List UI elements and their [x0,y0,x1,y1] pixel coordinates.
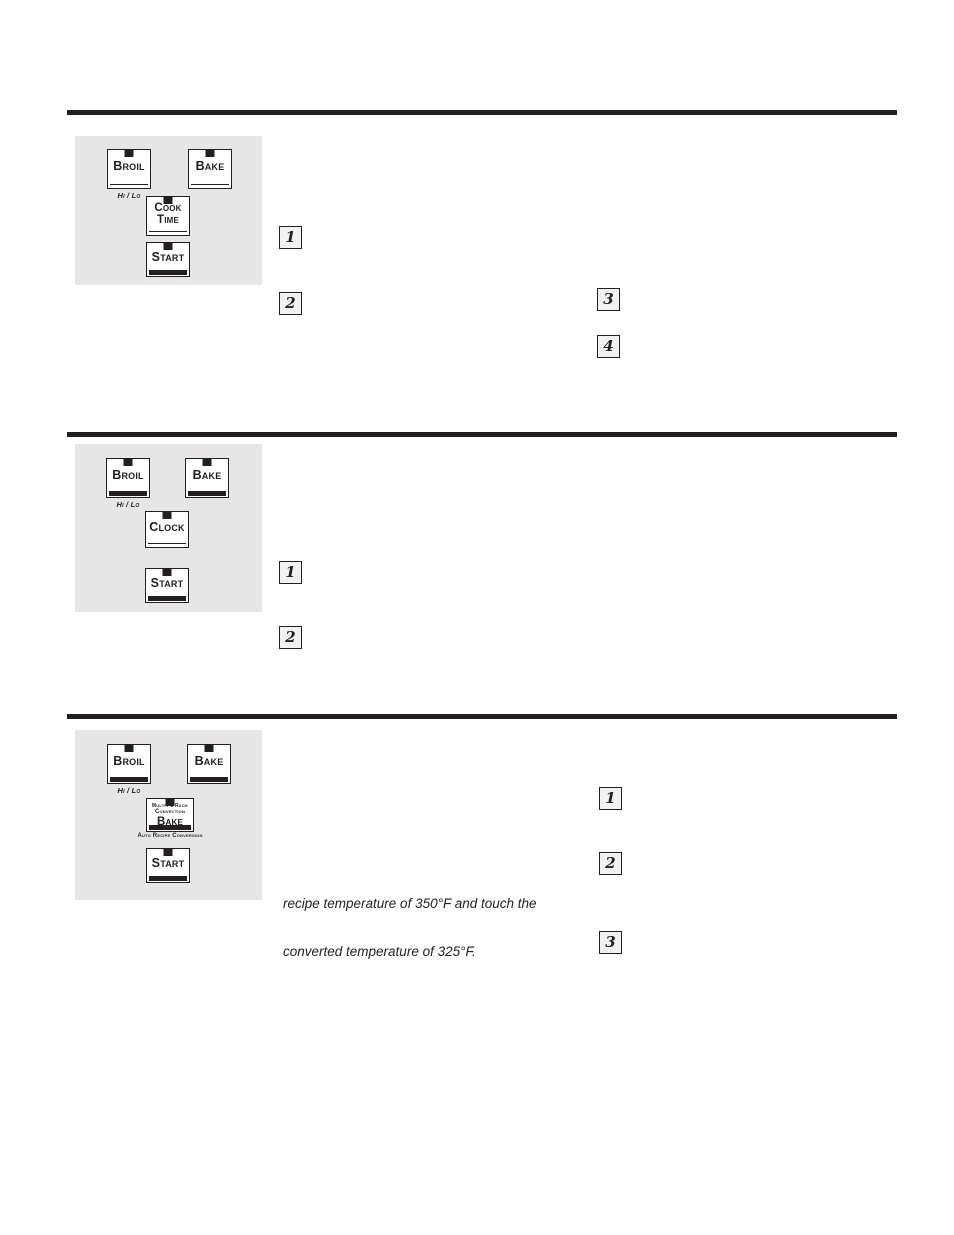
step-marker-1-2: 2 [279,292,302,315]
broil-sublabel-3: Hi / Lo [117,786,141,795]
control-panel-illustration-1: Broil Hi / Lo Bake Cook Time Start [75,136,262,285]
step-marker-2-1: 1 [279,561,302,584]
button-underbar [188,490,226,496]
step-marker-1-3: 3 [597,288,620,311]
button-underbar [148,595,186,601]
cook-time-button-1[interactable]: Cook Time [146,196,190,236]
broil-button-3[interactable]: Broil [107,744,151,784]
button-underbar [110,776,148,782]
button-indicator-icon [124,149,134,157]
manual-page: Broil Hi / Lo Bake Cook Time Start 1 2 3… [0,0,954,1235]
step-marker-1-4: 4 [597,335,620,358]
auto-recipe-conversion-label: Auto Recipe Conversion [137,833,203,839]
control-panel-illustration-2: Broil Hi / Lo Bake Clock Start [75,444,262,612]
button-indicator-icon [163,242,173,250]
broil-button-2[interactable]: Broil [106,458,150,498]
button-indicator-icon [123,458,133,466]
broil-sublabel-2: Hi / Lo [116,500,140,509]
button-underbar [110,183,148,185]
step-marker-3-3: 3 [599,931,622,954]
button-indicator-icon [202,458,212,466]
button-indicator-icon [205,149,215,157]
step-marker-3-1: 1 [599,787,622,810]
bake-button-3[interactable]: Bake [187,744,231,784]
button-indicator-icon [165,798,175,806]
bake-button-1[interactable]: Bake [188,149,232,189]
button-indicator-icon [163,196,173,204]
button-underbar [149,824,191,830]
broil-sublabel-1: Hi / Lo [117,191,141,200]
bake-button-2[interactable]: Bake [185,458,229,498]
section-divider-2 [67,432,897,437]
button-underbar [191,183,229,185]
button-underbar [109,490,147,496]
body-line-1: recipe temperature of 350°F and touch th… [283,896,537,911]
start-button-3[interactable]: Start [146,848,190,883]
step-marker-2-2: 2 [279,626,302,649]
body-line-2: converted temperature of 325°F. [283,944,476,959]
control-panel-illustration-3: Broil Hi / Lo Bake Multi / 1 Rack Convec… [75,730,262,900]
button-indicator-icon [162,511,172,519]
section-divider-1 [67,110,897,115]
clock-button-2[interactable]: Clock [145,511,189,548]
button-indicator-icon [162,568,172,576]
button-indicator-icon [204,744,214,752]
button-underbar [149,269,187,275]
step-marker-3-2: 2 [599,852,622,875]
button-underbar [149,230,187,232]
start-button-2[interactable]: Start [145,568,189,603]
button-indicator-icon [163,848,173,856]
step-marker-1-1: 1 [279,226,302,249]
button-underbar [149,875,187,881]
start-button-1[interactable]: Start [146,242,190,277]
section-divider-3 [67,714,897,719]
broil-button-1[interactable]: Broil [107,149,151,189]
button-indicator-icon [124,744,134,752]
multi-rack-convection-bake-button[interactable]: Multi / 1 Rack Convection Bake [146,798,194,832]
button-underbar [190,776,228,782]
button-underbar [148,542,186,544]
